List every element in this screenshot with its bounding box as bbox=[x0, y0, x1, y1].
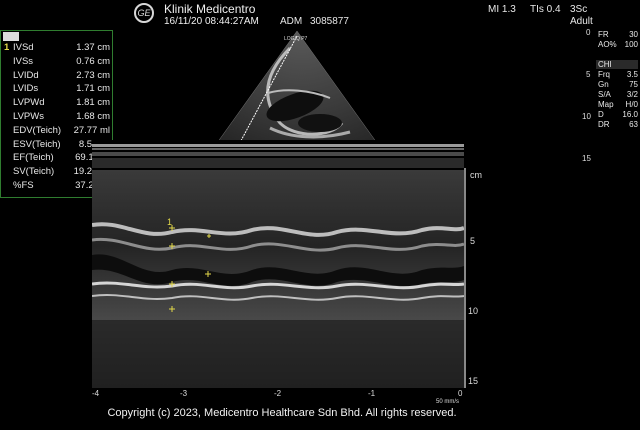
measurement-index: 1 bbox=[4, 42, 10, 53]
param-row: AO% 100 bbox=[594, 40, 640, 50]
copyright-notice: Copyright (c) 2023, Medicentro Healthcar… bbox=[107, 407, 457, 419]
param-row: FR 30 bbox=[594, 30, 640, 40]
param-row: D 16.0 bbox=[594, 110, 640, 120]
measurement-row: LVIDd 2.73 cm bbox=[1, 70, 112, 83]
param-value: H/0 bbox=[625, 100, 638, 109]
param-value: 75 bbox=[629, 80, 638, 89]
param-row: S/A 3/2 bbox=[594, 90, 640, 100]
mmode-y-label-15: 15 bbox=[468, 376, 479, 386]
adm-value: 3085877 bbox=[310, 16, 349, 27]
param-key: D bbox=[598, 110, 604, 119]
measurement-label: LVPWd bbox=[13, 97, 45, 109]
depth-tick-5: 5 bbox=[586, 70, 591, 79]
param-value: 16.0 bbox=[622, 110, 638, 119]
measurement-value: 27.77 ml bbox=[73, 124, 110, 136]
param-row: Map H/0 bbox=[594, 100, 640, 110]
depth-tick-15: 15 bbox=[582, 154, 591, 163]
time-label: -2 bbox=[274, 389, 282, 398]
measurement-label: EF(Teich) bbox=[13, 152, 54, 164]
mmode-surface-band bbox=[92, 140, 464, 170]
measurement-value: 0.76 cm bbox=[76, 55, 110, 67]
param-value: 30 bbox=[629, 30, 638, 39]
param-row: Gn 75 bbox=[594, 80, 640, 90]
time-axis: -4 -3 -2 -1 0 bbox=[92, 388, 464, 400]
sweep-speed: 50 mm/s bbox=[436, 399, 460, 405]
param-key: CHI bbox=[598, 60, 612, 69]
measurement-label: IVSs bbox=[13, 55, 34, 67]
measurement-label: LVIDd bbox=[13, 69, 39, 81]
param-key: DR bbox=[598, 120, 610, 129]
param-row: Frq 3.5 bbox=[594, 70, 640, 80]
param-row: CHI bbox=[594, 60, 640, 70]
measurement-label: %FS bbox=[13, 180, 34, 191]
measurement-row: LVPWs 1.68 cm bbox=[1, 111, 112, 124]
sector-label: LOGIQ P7 bbox=[284, 36, 308, 42]
caliper-label: 1 bbox=[167, 217, 172, 227]
measurement-row: LVIDs 1.71 cm bbox=[1, 83, 112, 96]
acquisition-params: FR 30 AO% 100 CHI Frq 3.5 Gn 75 S/A 3/2 Map H/0 D 16.0… bbox=[594, 30, 640, 140]
depth-scale: 0 5 10 15 bbox=[580, 28, 594, 168]
measurement-row: EDV(Teich) 27.77 ml bbox=[1, 125, 112, 138]
measurement-label: LVIDs bbox=[13, 83, 39, 95]
mmode-trace: 1 bbox=[92, 170, 464, 388]
exam-datetime: 16/11/20 08:44:27AM bbox=[164, 16, 259, 27]
thermal-index: TIs 0.4 bbox=[530, 4, 561, 15]
measurement-badge-icon bbox=[3, 32, 19, 41]
param-key: Frq bbox=[598, 70, 610, 79]
clinic-name: Klinik Medicentro bbox=[164, 2, 256, 16]
measurement-label: SV(Teich) bbox=[13, 166, 55, 178]
time-label: -4 bbox=[92, 389, 100, 398]
mmode-depth-axis bbox=[464, 168, 466, 388]
param-value: 63 bbox=[629, 120, 638, 129]
param-key: Gn bbox=[598, 80, 609, 89]
measurement-label: EDV(Teich) bbox=[13, 124, 62, 136]
ge-logo-icon: GE bbox=[134, 3, 154, 23]
param-value: 3.5 bbox=[626, 70, 638, 79]
measurement-value: 1.71 cm bbox=[76, 83, 110, 95]
measurement-value: 1.37 cm bbox=[76, 42, 110, 53]
measurement-label: LVPWs bbox=[13, 111, 44, 122]
param-key: S/A bbox=[598, 90, 611, 99]
mmode-unit-label: cm bbox=[470, 170, 482, 180]
mmode-y-label-10: 10 bbox=[468, 306, 479, 316]
probe-name: 3Sc bbox=[570, 4, 588, 15]
time-label: -1 bbox=[368, 389, 376, 398]
measurement-value: 1.81 cm bbox=[76, 97, 110, 109]
time-label: -3 bbox=[180, 389, 188, 398]
depth-tick-0: 0 bbox=[586, 28, 591, 37]
adm-label: ADM bbox=[280, 16, 303, 27]
mechanical-index: MI 1.3 bbox=[488, 4, 516, 15]
measurement-value: 2.73 cm bbox=[76, 69, 110, 81]
param-key: AO% bbox=[598, 40, 617, 49]
exam-preset: Adult bbox=[570, 16, 593, 27]
measurement-row: 1 IVSd 1.37 cm bbox=[1, 42, 112, 55]
measurement-value: 1.68 cm bbox=[76, 111, 110, 122]
param-key: FR bbox=[598, 30, 609, 39]
param-value: 3/2 bbox=[626, 90, 638, 99]
param-key: Map bbox=[598, 100, 614, 109]
param-value: 100 bbox=[624, 40, 638, 49]
measurement-row: IVSs 0.76 cm bbox=[1, 56, 112, 69]
param-row: DR 63 bbox=[594, 120, 640, 130]
measurement-row: LVPWd 1.81 cm bbox=[1, 97, 112, 110]
header-bar: GE Klinik Medicentro 16/11/20 08:44:27AM… bbox=[0, 0, 640, 28]
time-label: 0 bbox=[458, 389, 463, 398]
measurement-label: ESV(Teich) bbox=[13, 138, 61, 150]
mmode-y-label-5: 5 bbox=[470, 236, 476, 246]
measurement-label: IVSd bbox=[13, 42, 34, 53]
depth-tick-10: 10 bbox=[582, 112, 591, 121]
